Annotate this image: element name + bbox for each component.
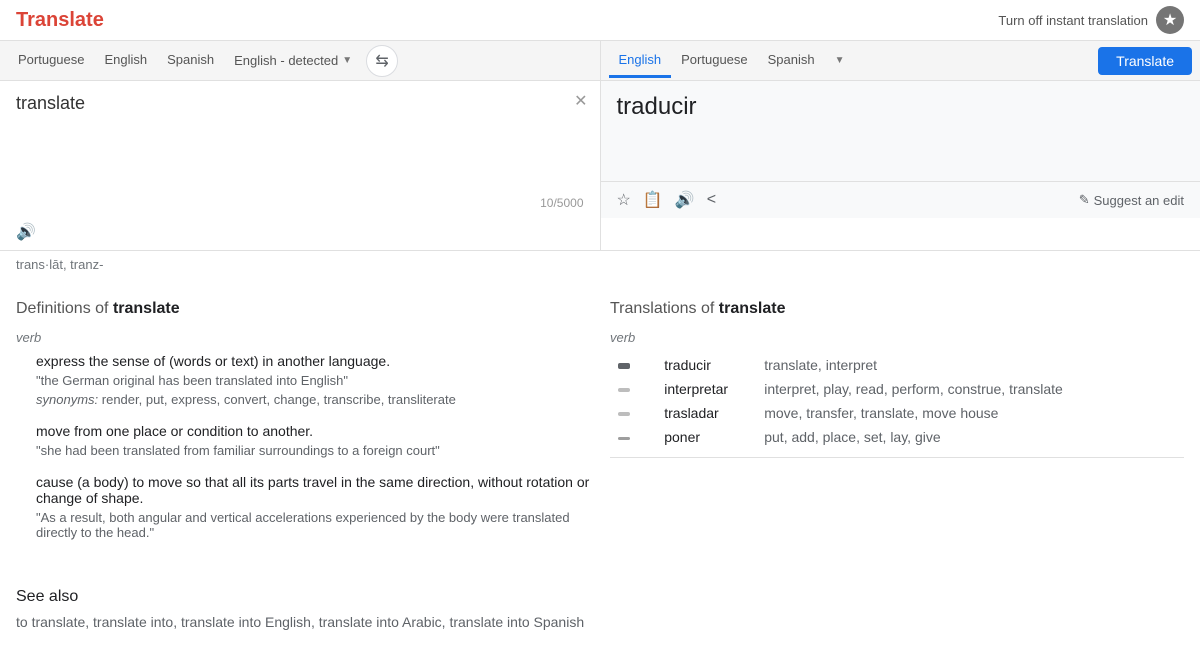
source-lang-portuguese[interactable]: Portuguese [8,44,95,78]
frequency-indicator-3 [618,412,630,416]
translations-pos: verb [610,330,1184,345]
definition-1: express the sense of (words or text) in … [16,353,590,407]
definition-1-synonyms: synonyms: render, put, express, convert,… [36,392,590,407]
translation-word-2: interpretar [656,377,756,401]
definition-3-text: cause (a body) to move so that all its p… [36,474,590,506]
top-bar: Translate Turn off instant translation ★ [0,0,1200,41]
star-button[interactable]: ★ [1156,6,1184,34]
translation-meanings-4: put, add, place, set, lay, give [756,425,1184,449]
top-right-actions: Turn off instant translation ★ [998,6,1184,34]
right-panel: English Portuguese Spanish ▼ Translate t… [601,41,1200,250]
source-lang-bar: Portuguese English Spanish English - det… [0,41,600,81]
listen-translation-button[interactable]: 🔊 [675,190,695,210]
target-lang-english[interactable]: English [609,44,672,78]
translation-row-4[interactable]: poner put, add, place, set, lay, give [610,425,1184,449]
left-panel: Portuguese English Spanish English - det… [0,41,601,250]
translated-text: traducir [617,93,1185,121]
translation-word-1: traducir [656,353,756,377]
definition-3: cause (a body) to move so that all its p… [16,474,590,540]
definitions-pos: verb [16,330,590,345]
translation-output: traducir [601,81,1200,181]
see-also-links[interactable]: to translate, translate into, translate … [16,614,1184,630]
definition-1-example: "the German original has been translated… [36,373,590,388]
translations-title: Translations of translate [610,300,1184,318]
translation-meanings-3: move, transfer, translate, move house [756,401,1184,425]
translation-actions: ☆ 📋 🔊 < ✎ Suggest an edit [601,181,1200,218]
listen-source-button[interactable]: 🔊 [16,222,36,242]
frequency-indicator-1 [618,363,630,369]
source-input[interactable]: translate [16,93,584,177]
char-count: 10/5000 [0,192,600,214]
translation-row-1[interactable]: traducir translate, interpret [610,353,1184,377]
source-actions: 🔊 [0,214,600,250]
star-translation-button[interactable]: ☆ [617,190,631,210]
suggest-edit-button[interactable]: ✎ Suggest an edit [1079,192,1184,208]
definition-1-text: express the sense of (words or text) in … [36,353,590,369]
definition-2: move from one place or condition to anot… [16,423,590,458]
definition-2-text: move from one place or condition to anot… [36,423,590,439]
translate-container: Portuguese English Spanish English - det… [0,41,1200,251]
translations-table: traducir translate, interpret interpreta… [610,353,1184,449]
see-also-section: See also to translate, translate into, t… [0,580,1200,654]
share-translation-button[interactable]: < [707,191,716,209]
lang-dropdown-arrow: ▼ [342,55,352,66]
swap-languages-button[interactable]: ⇆ [366,45,398,77]
definitions-section: Definitions of translate verb express th… [16,300,590,556]
frequency-indicator-4 [618,437,630,440]
translation-meanings-1: translate, interpret [756,353,1184,377]
target-lang-portuguese[interactable]: Portuguese [671,44,758,78]
app-logo: Translate [16,9,104,32]
source-lang-english[interactable]: English [95,44,158,78]
definition-3-example: "As a result, both angular and vertical … [36,510,590,540]
translation-word-3: trasladar [656,401,756,425]
instant-translation-toggle[interactable]: Turn off instant translation [998,13,1148,28]
definition-2-example: "she had been translated from familiar s… [36,443,590,458]
translations-section: Translations of translate verb traducir … [610,300,1184,556]
frequency-indicator-2 [618,388,630,392]
phonetic: trans·lāt, tranz- [0,251,1200,276]
bottom-content: Definitions of translate verb express th… [0,276,1200,580]
source-lang-spanish[interactable]: Spanish [157,44,224,78]
see-also-title: See also [16,588,1184,606]
definitions-title: Definitions of translate [16,300,590,318]
target-lang-spanish[interactable]: Spanish [758,44,825,78]
translation-row-2[interactable]: interpretar interpret, play, read, perfo… [610,377,1184,401]
translation-word-4: poner [656,425,756,449]
clear-button[interactable]: ✕ [574,91,587,111]
target-lang-bar: English Portuguese Spanish ▼ Translate [601,41,1200,81]
translation-meanings-2: interpret, play, read, perform, construe… [756,377,1184,401]
source-lang-detected[interactable]: English - detected ▼ [224,45,362,76]
translate-button[interactable]: Translate [1098,47,1192,75]
pencil-icon: ✎ [1079,192,1090,208]
target-lang-dropdown-arrow[interactable]: ▼ [835,55,845,66]
translation-row-3[interactable]: trasladar move, transfer, translate, mov… [610,401,1184,425]
copy-translation-button[interactable]: 📋 [643,190,663,210]
source-area: translate ✕ [0,81,600,192]
